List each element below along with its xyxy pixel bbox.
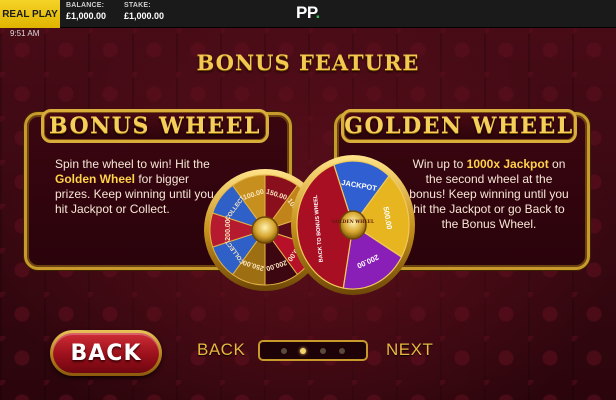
page-indicator xyxy=(258,340,368,361)
nav-back-link[interactable]: BACK xyxy=(197,340,245,360)
golden-wheel-hub xyxy=(339,210,367,240)
page-dot[interactable] xyxy=(338,347,345,354)
provider-logo: PP. xyxy=(296,3,320,23)
golden-text-part-1: Win up to xyxy=(412,157,467,171)
golden-wheel-description: Win up to 1000x Jackpot on the second wh… xyxy=(409,157,569,232)
logo-text: PP xyxy=(296,3,316,22)
golden-wheel-hub-label: GOLDEN WHEEL xyxy=(332,220,374,225)
bonus-wheel-segment-label: 200.00 xyxy=(225,219,232,241)
balance-value: £1,000.00 xyxy=(66,11,107,21)
page-title: BONUS FEATURE xyxy=(196,50,420,75)
bonus-wheel-heading: BONUS WHEEL xyxy=(41,109,269,143)
golden-wheel-graphic: JACKPOT500.00200.00BACK TO BONUS WHEEL G… xyxy=(291,155,415,295)
page-dot[interactable] xyxy=(319,347,326,354)
balance-label: BALANCE: xyxy=(66,2,105,9)
back-button-label: BACK xyxy=(53,333,159,373)
clock-time: 9:51 AM xyxy=(10,29,40,38)
stake-value: £1,000.00 xyxy=(124,11,165,21)
bonus-wheel-hub xyxy=(251,216,279,244)
top-status-bar: REAL PLAY BALANCE: £1,000.00 STAKE: £1,0… xyxy=(0,0,616,28)
logo-dot: . xyxy=(315,3,321,22)
bonus-text-part-1: Spin the wheel to win! Hit the xyxy=(55,157,210,171)
stake-display: STAKE: £1,000.00 xyxy=(124,2,164,21)
page-dot[interactable] xyxy=(281,347,288,354)
real-play-button[interactable]: REAL PLAY xyxy=(0,0,60,28)
golden-text-highlight: 1000x Jackpot xyxy=(466,157,549,171)
bonus-text-highlight: Golden Wheel xyxy=(55,172,136,186)
balance-display: BALANCE: £1,000.00 xyxy=(66,2,106,21)
back-button[interactable]: BACK xyxy=(50,330,162,376)
stake-label: STAKE: xyxy=(124,2,151,9)
bonus-wheel-description: Spin the wheel to win! Hit the Golden Wh… xyxy=(55,157,215,217)
nav-next-link[interactable]: NEXT xyxy=(386,340,433,360)
golden-wheel-heading: GOLDEN WHEEL xyxy=(341,109,577,143)
page-dot[interactable] xyxy=(300,347,307,354)
